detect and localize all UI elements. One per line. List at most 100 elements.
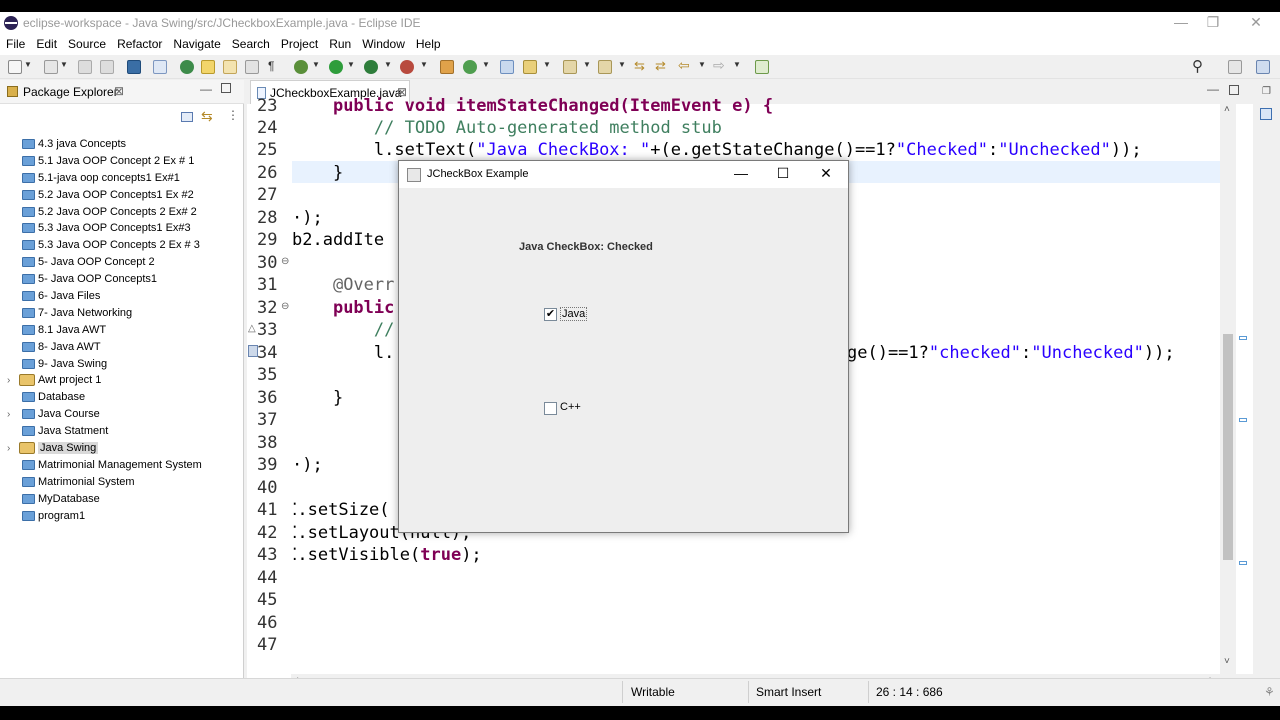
search-dropdown-icon[interactable]: ▼ <box>543 60 551 69</box>
new-java-package-icon[interactable] <box>463 60 477 74</box>
run-icon[interactable] <box>329 60 343 74</box>
annotation-icon[interactable] <box>223 60 237 74</box>
tree-item[interactable]: 5.1 Java OOP Concept 2 Ex # 1 <box>0 153 244 170</box>
highlight-icon[interactable] <box>201 60 215 74</box>
open-perspective-icon[interactable] <box>1228 60 1242 74</box>
menu-run[interactable]: Run <box>323 34 356 51</box>
new-class-dropdown-icon[interactable]: ▼ <box>482 60 490 69</box>
view-menu-icon[interactable]: ⋮ <box>227 108 239 122</box>
menu-file[interactable]: File <box>0 34 30 51</box>
pin-editor-icon[interactable] <box>755 60 769 74</box>
expand-arrow-icon[interactable]: › <box>7 440 10 457</box>
status-insert-mode[interactable]: Smart Insert <box>756 685 821 699</box>
forward-dropdown-icon[interactable]: ▼ <box>733 60 741 69</box>
tree-item[interactable]: 5.1-java oop concepts1 Ex#1 <box>0 170 244 187</box>
close-button[interactable]: ✕ <box>1241 14 1271 31</box>
restore-trim-icon[interactable]: ❐ <box>1262 86 1271 97</box>
vertical-scroll-thumb[interactable] <box>1223 334 1233 560</box>
back-dropdown-icon[interactable]: ▼ <box>698 60 706 69</box>
tree-item[interactable]: Database <box>0 389 244 406</box>
save-all-icon[interactable] <box>100 60 114 74</box>
tree-item[interactable]: MyDatabase <box>0 491 244 508</box>
menu-navigate[interactable]: Navigate <box>167 34 225 51</box>
last-edit-forward-icon[interactable]: ⇄ <box>655 58 666 74</box>
minimize-editor-icon[interactable]: — <box>1207 82 1219 96</box>
restore-button[interactable]: ❐ <box>1198 14 1228 31</box>
last-edit-icon[interactable]: ⇆ <box>634 58 645 74</box>
java-checkbox[interactable]: ✔ <box>544 308 557 321</box>
tree-item[interactable]: 5- Java OOP Concepts1 <box>0 271 244 288</box>
vertical-scrollbar[interactable]: ˄ ˅ <box>1220 104 1236 674</box>
menu-project[interactable]: Project <box>275 34 323 51</box>
tree-item-selected[interactable]: › Java Swing <box>0 440 244 457</box>
tree-item[interactable]: 7- Java Networking <box>0 305 244 322</box>
tree-item[interactable]: 9- Java Swing <box>0 356 244 373</box>
tree-item[interactable]: 4.3 java Concepts <box>0 136 244 153</box>
task-icon[interactable] <box>180 60 194 74</box>
outline-view-icon[interactable] <box>1260 108 1272 120</box>
minimize-button[interactable]: — <box>1166 14 1196 30</box>
skip-breakpoints-icon[interactable] <box>153 60 167 74</box>
cpp-checkbox[interactable] <box>544 402 557 415</box>
tree-item[interactable]: Matrimonial Management System <box>0 457 244 474</box>
coverage-dropdown-icon[interactable]: ▼ <box>384 60 392 69</box>
link-with-editor-icon[interactable]: ⇆ <box>201 108 213 125</box>
next-annotation-icon[interactable] <box>563 60 577 74</box>
menu-edit[interactable]: Edit <box>30 34 62 51</box>
tree-item[interactable]: Java Statment <box>0 423 244 440</box>
maximize-view-icon[interactable] <box>221 83 231 93</box>
search-icon[interactable]: ⚲ <box>1192 57 1203 75</box>
expand-arrow-icon[interactable]: › <box>7 372 10 389</box>
new-dropdown-icon[interactable]: ▼ <box>24 60 32 69</box>
console-icon[interactable] <box>127 60 141 74</box>
maximize-editor-icon[interactable] <box>1229 85 1239 95</box>
block-select-icon[interactable] <box>245 60 259 74</box>
new-icon[interactable] <box>8 60 22 74</box>
fold-toggle-icon[interactable]: ⊖ <box>281 256 289 267</box>
expand-arrow-icon[interactable]: › <box>7 406 10 423</box>
minimize-view-icon[interactable]: — <box>200 82 212 96</box>
progress-icon[interactable]: ⚘ <box>1264 685 1275 699</box>
java-checkbox-label[interactable]: Java <box>560 307 588 321</box>
tree-item[interactable]: 5.2 Java OOP Concepts1 Ex #2 <box>0 187 244 204</box>
tree-item[interactable]: 5- Java OOP Concept 2 <box>0 254 244 271</box>
open-type-icon[interactable] <box>44 60 58 74</box>
show-whitespace-icon[interactable]: ¶ <box>268 59 274 73</box>
coverage-icon[interactable] <box>364 60 378 74</box>
debug-dropdown-icon[interactable]: ▼ <box>312 60 320 69</box>
menu-search[interactable]: Search <box>226 34 275 51</box>
new-java-project-icon[interactable] <box>440 60 454 74</box>
external-tools-dropdown-icon[interactable]: ▼ <box>420 60 428 69</box>
next-annotation-dropdown-icon[interactable]: ▼ <box>583 60 591 69</box>
menu-source[interactable]: Source <box>62 34 111 51</box>
collapse-all-icon[interactable] <box>181 112 193 122</box>
package-explorer-title[interactable]: Package Explorer <box>23 85 118 99</box>
tree-item[interactable]: 5.3 Java OOP Concepts1 Ex#3 <box>0 220 244 237</box>
forward-icon[interactable]: ⇨ <box>713 57 725 74</box>
open-dropdown-icon[interactable]: ▼ <box>60 60 68 69</box>
tree-item[interactable]: 8.1 Java AWT <box>0 322 244 339</box>
scroll-down-icon[interactable]: ˅ <box>1224 656 1230 667</box>
tree-item[interactable]: 6- Java Files <box>0 288 244 305</box>
tree-item[interactable]: 8- Java AWT <box>0 339 244 356</box>
open-type-hierarchy-icon[interactable] <box>500 60 514 74</box>
search-toolbar-icon[interactable] <box>523 60 537 74</box>
cpp-checkbox-label[interactable]: C++ <box>560 401 581 413</box>
tree-item[interactable]: 5.2 Java OOP Concepts 2 Ex# 2 <box>0 204 244 221</box>
back-icon[interactable]: ⇦ <box>678 57 690 74</box>
tree-item[interactable]: 5.3 Java OOP Concepts 2 Ex # 3 <box>0 237 244 254</box>
tree-item[interactable]: Matrimonial System <box>0 474 244 491</box>
dialog-close-button[interactable]: ✕ <box>811 165 841 182</box>
scroll-up-icon[interactable]: ˄ <box>1224 104 1230 115</box>
run-dropdown-icon[interactable]: ▼ <box>347 60 355 69</box>
menu-help[interactable]: Help <box>410 34 446 51</box>
debug-icon[interactable] <box>294 60 308 74</box>
menu-refactor[interactable]: Refactor <box>111 34 167 51</box>
save-icon[interactable] <box>78 60 92 74</box>
external-tools-icon[interactable] <box>400 60 414 74</box>
menu-window[interactable]: Window <box>356 34 410 51</box>
tree-item[interactable]: › Java Course <box>0 406 244 423</box>
tree-item[interactable]: › Awt project 1 <box>0 372 244 389</box>
dialog-maximize-button[interactable]: ☐ <box>768 165 798 182</box>
previous-annotation-dropdown-icon[interactable]: ▼ <box>618 60 626 69</box>
